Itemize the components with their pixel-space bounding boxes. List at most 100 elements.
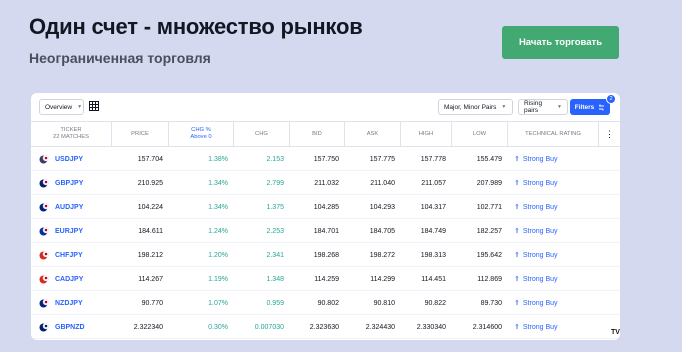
col-chg-label: CHG [255, 130, 268, 137]
cell-chg: 1.375 [266, 203, 284, 211]
double-arrow-up-icon: ⇑ [514, 228, 520, 235]
sort-select[interactable]: Rising pairs ▼ [518, 99, 568, 115]
table-row[interactable]: CADJPY 114.267 1.19% 1.348 114.259 114.299 114… [31, 267, 620, 291]
technical-rating[interactable]: ⇑ Strong Buy [514, 267, 558, 291]
double-arrow-up-icon: ⇑ [514, 252, 520, 259]
double-arrow-up-icon: ⇑ [514, 276, 520, 283]
cell-chg-pct: 1.20% [208, 251, 228, 259]
cell-chg-pct: 1.07% [208, 299, 228, 307]
col-price[interactable]: PRICE [112, 122, 169, 146]
cell-chg: 2.341 [266, 251, 284, 259]
cell-chg: 2.799 [266, 179, 284, 187]
rating-label: Strong Buy [522, 275, 558, 283]
ticker-symbol-link[interactable]: CHFJPY [55, 243, 83, 267]
col-rating[interactable]: TECHNICAL RATING [508, 122, 599, 146]
cell-chg-pct: 1.34% [208, 203, 228, 211]
start-trading-button[interactable]: Начать торговать [502, 26, 619, 59]
col-ask-label: ASK [366, 130, 379, 137]
col-ask[interactable]: ASK [345, 122, 401, 146]
table-row[interactable]: NZDJPY 90.770 1.07% 0.959 90.802 90.810 90.822… [31, 291, 620, 315]
rating-label: Strong Buy [522, 251, 558, 259]
double-arrow-up-icon: ⇑ [514, 204, 520, 211]
cell-chg: 2.153 [266, 155, 284, 163]
cell-high: 157.778 [420, 155, 446, 163]
ticker-symbol-link[interactable]: NZDJPY [55, 291, 83, 315]
cell-high: 114.451 [421, 275, 446, 283]
column-menu-icon[interactable]: ⋮ [599, 122, 620, 146]
table-row[interactable]: AUDJPY 104.224 1.34% 1.375 104.285 104.293 104… [31, 195, 620, 219]
table-row[interactable]: GBPNZD 2.322340 0.30% 0.007030 2.323630 2.324… [31, 315, 620, 339]
cell-chg: 1.348 [266, 275, 284, 283]
cell-chg-pct: 1.38% [208, 155, 228, 163]
technical-rating[interactable]: ⇑ Strong Buy [514, 219, 558, 243]
rating-label: Strong Buy [522, 227, 558, 235]
filters-button[interactable]: Filters [570, 99, 610, 115]
hero-title: Один счет - множество рынков [29, 14, 363, 39]
cell-high: 184.749 [420, 227, 446, 235]
cell-low: 112.869 [477, 275, 502, 283]
currency-flag-icon [39, 202, 50, 213]
technical-rating[interactable]: ⇑ Strong Buy [514, 315, 558, 339]
cell-ask: 114.299 [370, 275, 395, 283]
view-select[interactable]: Overview ▼ [39, 99, 84, 115]
cell-price: 210.925 [137, 179, 163, 187]
table-row[interactable]: CHFJPY 198.212 1.20% 2.341 198.268 198.272 198… [31, 243, 620, 267]
cell-bid: 184.701 [313, 227, 339, 235]
technical-rating[interactable]: ⇑ Strong Buy [514, 291, 558, 315]
double-arrow-up-icon: ⇑ [514, 180, 520, 187]
col-chg[interactable]: CHG [234, 122, 290, 146]
table-row[interactable]: GBPJPY 210.925 1.34% 2.799 211.032 211.040 211… [31, 171, 620, 195]
sort-select-value: Rising pairs [524, 100, 543, 114]
cell-high: 198.313 [420, 251, 446, 259]
cell-high: 211.057 [421, 179, 446, 187]
screener-toolbar: Overview ▼ Major, Minor Pairs ▼ Rising p… [31, 93, 620, 121]
col-high-label: HIGH [418, 130, 434, 137]
cell-ask: 211.040 [370, 179, 395, 187]
grid-view-icon[interactable] [88, 100, 100, 112]
currency-flag-icon [39, 250, 50, 261]
cell-chg: 0.007030 [254, 323, 284, 331]
technical-rating[interactable]: ⇑ Strong Buy [514, 147, 558, 171]
technical-rating[interactable]: ⇑ Strong Buy [514, 243, 558, 267]
cell-low: 102.771 [476, 203, 502, 211]
cell-low: 182.257 [476, 227, 502, 235]
table-row[interactable]: USDJPY 157.704 1.38% 2.153 157.750 157.775 157… [31, 147, 620, 171]
cell-high: 104.317 [420, 203, 446, 211]
pairs-select[interactable]: Major, Minor Pairs ▼ [438, 99, 513, 115]
screener-widget: Overview ▼ Major, Minor Pairs ▼ Rising p… [31, 93, 620, 340]
cell-low: 89.730 [480, 299, 502, 307]
col-ticker[interactable]: TICKER 22 MATCHES [31, 122, 112, 146]
ticker-symbol-link[interactable]: GBPNZD [55, 315, 85, 339]
ticker-symbol-link[interactable]: USDJPY [55, 147, 83, 171]
ticker-symbol-link[interactable]: CADJPY [55, 267, 83, 291]
cell-bid: 2.323630 [309, 323, 339, 331]
col-high[interactable]: HIGH [401, 122, 452, 146]
ticker-symbol-link[interactable]: GBPJPY [55, 171, 83, 195]
technical-rating[interactable]: ⇑ Strong Buy [514, 171, 558, 195]
view-select-value: Overview [45, 103, 73, 111]
col-chg-pct-label: CHG % [191, 127, 211, 133]
cell-high: 2.330340 [416, 323, 446, 331]
cell-ask: 104.293 [369, 203, 395, 211]
col-bid-label: BID [312, 130, 322, 137]
filters-count-badge: 2 [606, 94, 616, 104]
cell-bid: 104.285 [313, 203, 339, 211]
ticker-symbol-link[interactable]: EURJPY [55, 219, 83, 243]
col-bid[interactable]: BID [290, 122, 345, 146]
cell-price: 184.611 [138, 227, 163, 235]
table-row[interactable]: EURJPY 184.611 1.24% 2.253 184.701 184.705 184… [31, 219, 620, 243]
cell-chg-pct: 1.24% [208, 227, 228, 235]
col-low[interactable]: LOW [452, 122, 508, 146]
table-header: TICKER 22 MATCHES PRICE CHG % Above 0 CH… [31, 121, 620, 147]
currency-flag-icon [39, 298, 50, 309]
cell-bid: 211.032 [314, 179, 339, 187]
hero-subtitle: Неограниченная торговля [29, 50, 211, 66]
col-rating-label: TECHNICAL RATING [525, 130, 581, 137]
ticker-symbol-link[interactable]: AUDJPY [55, 195, 83, 219]
technical-rating[interactable]: ⇑ Strong Buy [514, 195, 558, 219]
col-chg-pct[interactable]: CHG % Above 0 [169, 122, 234, 146]
col-low-label: LOW [472, 130, 487, 137]
cell-low: 2.314600 [472, 323, 502, 331]
rating-label: Strong Buy [522, 299, 558, 307]
currency-flag-icon [39, 274, 50, 285]
